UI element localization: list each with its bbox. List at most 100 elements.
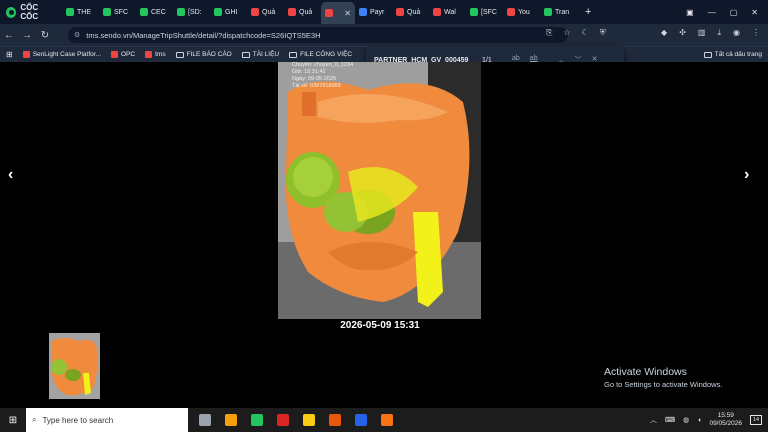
tab-search-icon[interactable]: ▣ (686, 8, 694, 17)
tab-favicon-icon (325, 9, 333, 17)
reload-icon[interactable]: ↻ (36, 30, 54, 41)
forward-icon[interactable]: → (18, 30, 36, 41)
task-view-icon[interactable] (194, 409, 216, 431)
tab-favicon-icon (103, 8, 111, 16)
maximize-icon[interactable]: ▢ (730, 8, 738, 17)
browser-tab[interactable]: Wal (429, 2, 466, 22)
back-icon[interactable]: ← (0, 30, 18, 41)
notification-icon[interactable]: 14 (750, 415, 762, 425)
tab-favicon-icon (544, 8, 552, 16)
zalo-icon[interactable] (350, 409, 372, 431)
bookmark-item[interactable]: OPC (111, 51, 135, 58)
file-explorer-icon[interactable] (220, 409, 242, 431)
wps-office-icon[interactable] (272, 409, 294, 431)
tab-label: Quả (407, 8, 421, 16)
tab-label: You (518, 8, 530, 16)
site-info-icon[interactable]: ⚙ (74, 31, 80, 39)
browser-tab[interactable]: GHI (210, 2, 247, 22)
image-viewer: ‹ › Chuyến: chuyen_0_1234 Giờ: 15:31:41 … (0, 62, 768, 408)
bookmark-item[interactable]: FILE BÁO CÁO (175, 51, 232, 58)
bookmark-label: TÀI LIỆU (252, 51, 280, 58)
bookmark-label: FILE BÁO CÁO (186, 51, 232, 58)
browser-tab[interactable]: Quả (284, 2, 321, 22)
browser-tab[interactable]: You (503, 2, 540, 22)
photo-timestamp: 2026-05-09 15:31 (340, 320, 420, 331)
bookmark-favicon-icon (22, 51, 30, 58)
sidebar-icon[interactable]: ▥ (698, 28, 706, 38)
translate-icon[interactable]: ⎘ (546, 28, 552, 38)
photo-thumbnail[interactable] (49, 333, 100, 399)
delivery-photo: Chuyến: chuyen_0_1234 Giờ: 15:31:41 Ngày… (278, 62, 481, 319)
browser-tab[interactable]: CEC (136, 2, 173, 22)
browser-tab[interactable]: Quả (392, 2, 429, 22)
sticky-notes-icon[interactable] (298, 409, 320, 431)
bookmark-item[interactable]: SenLight Case Platfor... (22, 51, 101, 58)
bookmark-favicon-icon (145, 51, 153, 58)
bookmark-item[interactable]: TÀI LIỆU (241, 51, 280, 58)
search-icon: ⌕ (32, 415, 37, 424)
browser-tab[interactable]: SFC (99, 2, 136, 22)
app-glyph (329, 414, 341, 426)
start-icon[interactable]: ⊞ (0, 415, 26, 426)
tab-favicon-icon (507, 8, 515, 16)
tab-bar: CỐC CỐC THE SFC CEC [SD: GHI Quả Quả ✕ Payr Quả Wa… (0, 0, 768, 24)
apps-icon[interactable]: ⊞ (6, 50, 13, 59)
tab-label: Tran (555, 8, 570, 16)
profile-icon[interactable]: ◉ (733, 28, 740, 38)
bookmark-label: SenLight Case Platfor... (32, 51, 101, 58)
tab-close-icon[interactable]: ✕ (344, 9, 351, 18)
chrome-icon[interactable] (324, 409, 346, 431)
thumbnail-illustration (49, 333, 100, 399)
tab-favicon-icon (396, 8, 404, 16)
browser-tab[interactable]: Quả (247, 2, 284, 22)
prev-image-button[interactable]: ‹ (8, 166, 13, 184)
bookmark-item[interactable]: FILE CÔNG VIỆC (289, 51, 352, 58)
tab-label: CEC (151, 8, 166, 16)
browser-logo[interactable]: CỐC CỐC (0, 3, 62, 21)
app-glyph (303, 414, 315, 426)
folder-icon (241, 51, 250, 58)
network-icon[interactable]: ◍ (683, 416, 689, 424)
all-bookmarks[interactable]: Tất cả dấu trang (703, 51, 762, 58)
browser-tab[interactable]: Payr (355, 2, 392, 22)
app-orange-icon[interactable] (376, 409, 398, 431)
new-tab-button[interactable]: + (577, 6, 599, 18)
bookmark-star-icon[interactable]: ☆ (563, 28, 570, 38)
taskbar-search-placeholder: Type here to search (42, 415, 114, 425)
toolbar-right: ◆ ✣ ▥ ⤓ ◉ ⋮ (661, 28, 760, 38)
download-icon[interactable]: ⤓ (717, 28, 721, 38)
tab-label: [SD: (188, 8, 202, 16)
url-input[interactable]: ⚙ tms.sendo.vn/ManageTripShuttle/detail/… (68, 27, 568, 43)
coccoc-logo-icon (6, 6, 17, 18)
extension-icon[interactable]: ◆ (661, 28, 667, 38)
menu-icon[interactable]: ⋮ (752, 28, 760, 38)
language-icon[interactable]: ⌨ (665, 416, 675, 424)
coc-coc-icon[interactable] (246, 409, 268, 431)
shield-icon[interactable]: ⛨ (600, 28, 606, 38)
tray-chevron-icon[interactable]: ︿ (650, 415, 657, 425)
all-bookmarks-label: Tất cả dấu trang (714, 51, 762, 58)
taskbar-search-input[interactable]: ⌕ Type here to search (26, 408, 188, 432)
tab-label: Wal (444, 8, 456, 16)
close-window-icon[interactable]: ✕ (751, 8, 758, 17)
next-image-button[interactable]: › (744, 166, 749, 184)
folder-icon (703, 51, 712, 58)
tab-favicon-icon (66, 8, 74, 16)
clock[interactable]: 15:59 09/05/2026 (709, 412, 742, 428)
puzzle-icon[interactable]: ✣ (679, 28, 686, 38)
browser-tab[interactable]: ✕ (321, 2, 355, 24)
folder-icon (175, 51, 184, 58)
brand-label: CỐC CỐC (20, 3, 39, 21)
clock-date: 09/05/2026 (709, 420, 742, 427)
browser-tab[interactable]: [SD: (173, 2, 210, 22)
browser-tab[interactable]: THE (62, 2, 99, 22)
minimize-icon[interactable]: — (708, 8, 716, 17)
photo-illustration (278, 62, 481, 319)
browser-tab[interactable]: Tran (540, 2, 577, 22)
dark-mode-icon[interactable]: ☾ (582, 28, 589, 38)
tab-label: GHI (225, 8, 238, 16)
browser-tab[interactable]: [SFC (466, 2, 503, 22)
volume-icon[interactable]: ◖ (697, 417, 701, 424)
app-glyph (251, 414, 263, 426)
bookmark-item[interactable]: tms (145, 51, 166, 58)
